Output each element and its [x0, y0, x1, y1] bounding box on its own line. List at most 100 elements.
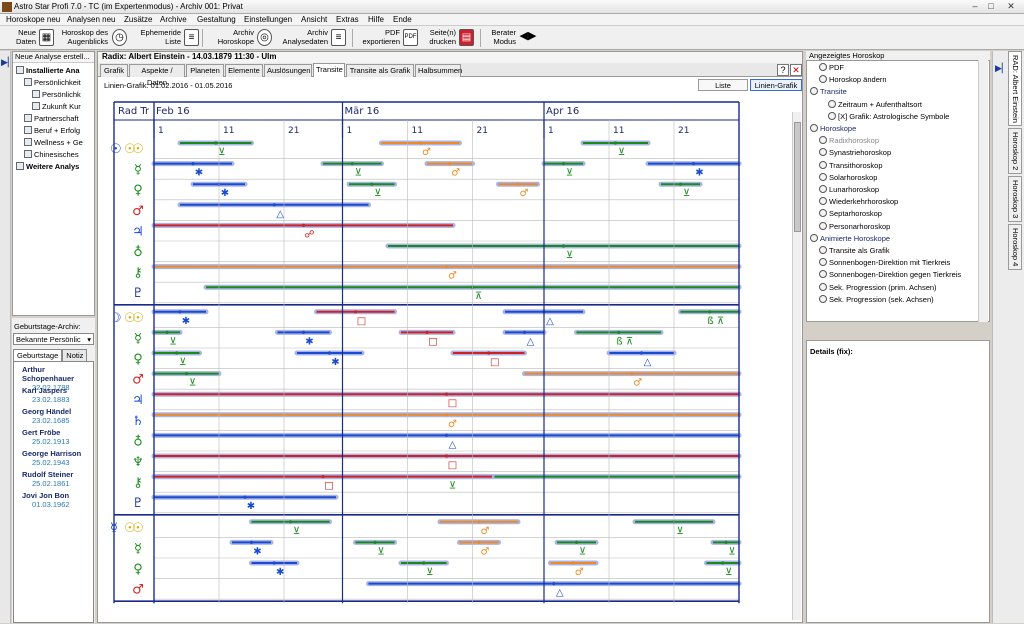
transit-planet-symbol: ♆	[132, 455, 144, 470]
tab-aspekte-daten[interactable]: Aspekte / Daten	[129, 64, 185, 87]
tree-item[interactable]: Partnerschaft	[24, 113, 79, 124]
pdf-icon[interactable]: PDF	[403, 29, 418, 46]
side-tab-horoskop-3[interactable]: Horoskop 3	[1008, 176, 1022, 222]
help-button[interactable]: ?	[777, 64, 789, 76]
liste-button[interactable]: Liste	[698, 79, 748, 91]
tab-halbsummen[interactable]: Halbsummen	[415, 64, 462, 77]
option-item[interactable]: Horoskope	[810, 123, 856, 134]
menu-ende[interactable]: Ende	[393, 15, 412, 24]
menu-einstellungen[interactable]: Einstellungen	[244, 15, 292, 24]
tree-item[interactable]: Persönlichkeit	[24, 77, 81, 88]
option-item[interactable]: Sek. Progression (sek. Achsen)	[819, 294, 934, 305]
menu-gestaltung[interactable]: Gestaltung	[197, 15, 236, 24]
option-item[interactable]: Zeitraum + Aufenthaltsort	[828, 99, 922, 110]
tree-item[interactable]: Wellness + Ge	[24, 137, 83, 148]
side-tab-rad[interactable]: RAD: Albert Einstein	[1008, 51, 1022, 126]
option-item[interactable]: Synastriehoroskop	[819, 147, 891, 158]
birthday-date: 23.02.1883	[32, 395, 70, 404]
side-tab-horoskop-4[interactable]: Horoskop 4	[1008, 224, 1022, 270]
option-item[interactable]: Sonnenbogen-Direktion gegen Tierkreis	[819, 269, 961, 280]
archiv-analysedaten-button[interactable]: Archiv Analysedaten	[276, 28, 328, 48]
minimize-button[interactable]: –	[968, 1, 982, 12]
day-tick-label: 11	[613, 126, 624, 136]
side-tab-horoskop-2[interactable]: Horoskop 2	[1008, 128, 1022, 174]
berater-modus-button[interactable]: Berater Modus	[484, 28, 516, 48]
clock-icon[interactable]: ◷	[112, 29, 127, 46]
ephemeride-liste-button[interactable]: Ephemeride Liste	[135, 28, 181, 48]
tree-item[interactable]: Persönlichk	[32, 89, 81, 100]
option-item[interactable]: Horoskop ändern	[819, 74, 887, 85]
option-icon	[810, 87, 818, 96]
aspect-peak-dot	[272, 561, 276, 565]
aspect-peak-dot	[444, 413, 449, 417]
birthday-entry[interactable]: Gert Fröbe 25.02.1913	[22, 428, 70, 446]
menu-extras[interactable]: Extras	[336, 15, 359, 24]
tab-geburtstage[interactable]: Geburtstage	[13, 349, 63, 361]
berater-arrows-icon[interactable]: ◀▶	[519, 29, 537, 46]
close-window-button[interactable]: ✕	[1004, 1, 1018, 12]
birthday-entry[interactable]: Rudolf Steiner 25.02.1861	[22, 470, 73, 488]
option-item[interactable]: PDF	[819, 62, 844, 73]
pdf-export-button[interactable]: PDF exportieren	[358, 28, 400, 48]
tree-item[interactable]: Chinesisches	[24, 149, 79, 160]
menu-archive[interactable]: Archive	[160, 15, 187, 24]
folder-icon	[24, 126, 32, 134]
right-scrollbar[interactable]	[978, 60, 988, 322]
close-tab-button[interactable]: ✕	[790, 64, 802, 76]
birthday-entry[interactable]: Georg Händel 23.02.1685	[22, 407, 71, 425]
tree-item[interactable]: Zukunft Kur	[32, 101, 81, 112]
option-item[interactable]: Wiederkehrhoroskop	[819, 196, 898, 207]
maximize-button[interactable]: □	[984, 1, 998, 12]
collapse-right-icon[interactable]: ▶▏	[995, 63, 1009, 74]
scroll-thumb[interactable]	[794, 122, 801, 232]
archive-select[interactable]: Bekannte Persönlic ▾	[13, 333, 94, 345]
option-item[interactable]: Transite als Grafik	[819, 245, 890, 256]
horoskop-augenblicks-button[interactable]: Horoskop des Augenblicks	[58, 28, 108, 48]
neue-daten-button[interactable]: Neue Daten	[6, 28, 36, 48]
linien-grafik-button[interactable]: Linien-Grafik	[750, 79, 802, 91]
analysis-list-icon[interactable]: ≡	[331, 29, 346, 46]
window-title: Astro Star Profi 7.0 - TC (im Expertenmo…	[14, 2, 243, 11]
option-item[interactable]: Transithoroskop	[819, 160, 883, 171]
option-item[interactable]: Personarhoroskop	[819, 221, 890, 232]
list-icon[interactable]: ≡	[184, 29, 199, 46]
menu-ansicht[interactable]: Ansicht	[301, 15, 327, 24]
tab-auslösungen[interactable]: Auslösungen	[264, 64, 312, 77]
option-item[interactable]: Radixhoroskop	[819, 135, 879, 146]
birthday-entry[interactable]: Jovi Jon Bon 01.03.1962	[22, 491, 70, 509]
chart-scrollbar[interactable]	[792, 112, 801, 620]
tab-elemente[interactable]: Elemente	[225, 64, 263, 77]
tree-item[interactable]: Beruf + Erfolg	[24, 125, 80, 136]
option-item[interactable]: Septarhoroskop	[819, 208, 882, 219]
birthday-entry[interactable]: Karl Jaspers 23.02.1883	[22, 386, 70, 404]
tree-item[interactable]: Installierte Ana	[16, 65, 80, 76]
aspect-symbol: ⊻	[169, 336, 176, 347]
birthday-name: Georg Händel	[22, 407, 72, 416]
option-label: Zeitraum + Aufenthaltsort	[838, 99, 923, 109]
option-item[interactable]: Sonnenbogen-Direktion mit Tierkreis	[819, 257, 950, 268]
tab-transite-als-grafik[interactable]: Transite als Grafik	[346, 64, 414, 77]
menu-hilfe[interactable]: Hilfe	[368, 15, 384, 24]
option-item[interactable]: Sek. Progression (prim. Achsen)	[819, 282, 937, 293]
option-item[interactable]: Lunarhoroskop	[819, 184, 879, 195]
new-analysis-header[interactable]: Neue Analyse erstell...	[13, 52, 94, 63]
tab-planeten[interactable]: Planeten	[186, 64, 224, 77]
neue-daten-icon[interactable]: ▦	[39, 29, 54, 46]
option-item[interactable]: Transite	[810, 86, 847, 97]
tab-grafik[interactable]: Grafik	[100, 64, 128, 77]
archiv-horoskope-button[interactable]: Archiv Horoskope	[208, 28, 254, 48]
option-item[interactable]: Animierte Horoskope	[810, 233, 890, 244]
tree-item[interactable]: Weitere Analys	[16, 161, 79, 172]
horoscope-wheel-icon[interactable]: ◎	[257, 29, 272, 46]
seiten-drucken-button[interactable]: Seite(n) drucken	[420, 28, 456, 48]
printer-icon[interactable]: ▤	[459, 29, 474, 46]
menu-zusaetze[interactable]: Zusätze	[124, 15, 152, 24]
tab-transite[interactable]: Transite	[313, 63, 345, 77]
option-item[interactable]: [X] Grafik: Astrologische Symbole	[828, 111, 949, 122]
birthday-entry[interactable]: George Harrison 25.02.1943	[22, 449, 81, 467]
option-item[interactable]: Solarhoroskop	[819, 172, 877, 183]
aspect-symbol: ⊻	[426, 567, 433, 578]
menu-horoskope-neu[interactable]: Horoskope neu	[6, 15, 60, 24]
tab-notiz[interactable]: Notiz	[62, 349, 88, 361]
menu-analysen-neu[interactable]: Analysen neu	[67, 15, 115, 24]
